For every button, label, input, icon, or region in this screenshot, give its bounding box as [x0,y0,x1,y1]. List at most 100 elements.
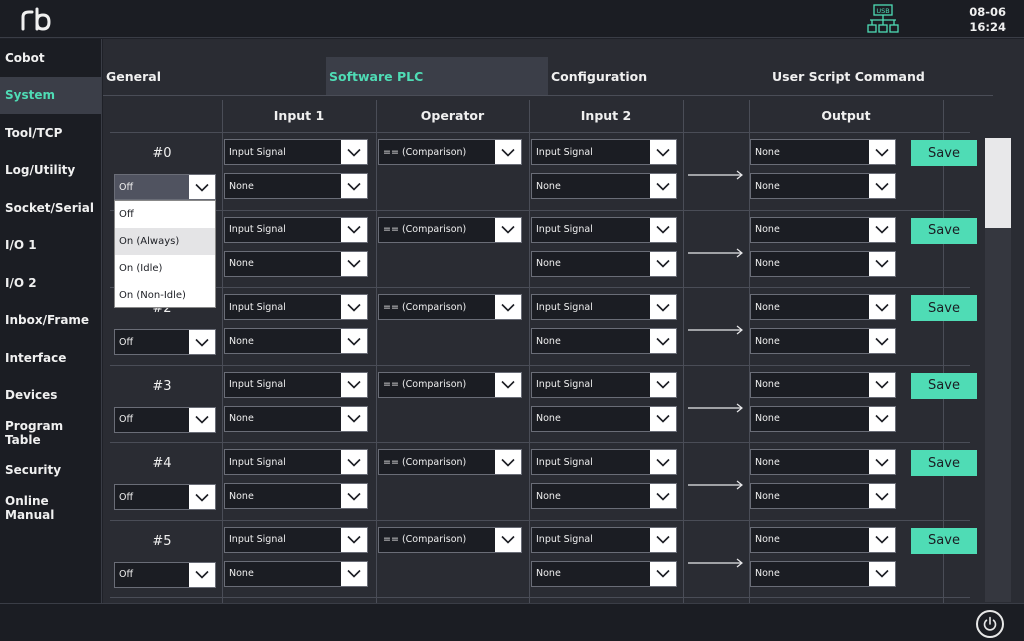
column-divider [222,100,223,603]
output-value-select[interactable]: None [750,328,896,354]
save-button[interactable]: Save [911,295,977,321]
menu-item-off[interactable]: Off [115,201,215,228]
sidebar-item-program-table[interactable]: Program Table [0,414,101,452]
usb-label: USB [876,7,889,15]
input2-type-select[interactable]: Input Signal [531,139,677,165]
menu-item-on-non-idle[interactable]: On (Non-Idle) [115,282,215,309]
chevron-down-icon [341,450,367,474]
chevron-down-icon [650,140,676,164]
operator-select[interactable]: == (Comparison) [378,294,522,320]
scrollbar-thumb[interactable] [985,138,1011,228]
chevron-down-icon [341,140,367,164]
save-button[interactable]: Save [911,140,977,166]
menu-item-on-always[interactable]: On (Always) [115,228,215,255]
operator-select[interactable]: == (Comparison) [378,371,522,398]
input1-value-select[interactable]: None [224,560,368,587]
output-value-select[interactable]: None [750,560,896,587]
output-value-select[interactable]: None [750,173,896,199]
operator-select-value: == (Comparison) [383,301,467,313]
input1-type-select[interactable]: Input Signal [224,216,368,243]
input1-type-select[interactable]: Input Signal [224,139,368,165]
sidebar-item-system[interactable]: System [0,76,101,114]
output-type-select[interactable]: None [750,371,896,398]
input1-value-select[interactable]: None [224,405,368,432]
input2-value-select[interactable]: None [531,483,677,509]
tab-software-plc[interactable]: Software PLC [326,57,548,95]
input2-value-select[interactable]: None [531,250,677,277]
input1-type-select[interactable]: Input Signal [224,449,368,475]
column-divider [376,100,377,603]
power-button[interactable] [976,610,1004,638]
scrollbar[interactable] [985,138,1011,602]
column-header-output: Output [821,108,871,123]
output-value-select[interactable]: None [750,483,896,509]
row-divider [110,132,970,133]
input1-value-select-value: None [229,568,254,579]
input1-type-select[interactable]: Input Signal [224,371,368,398]
enable-select[interactable]: Off [114,406,216,433]
input1-type-select[interactable]: Input Signal [224,526,368,553]
input2-type-select[interactable]: Input Signal [531,526,677,553]
enable-select[interactable]: Off [114,561,216,588]
operator-select[interactable]: == (Comparison) [378,449,522,475]
input1-value-select[interactable]: None [224,250,368,277]
output-type-select[interactable]: None [750,216,896,243]
sidebar-item-io-1[interactable]: I/O 1 [0,227,101,265]
input2-type-select[interactable]: Input Signal [531,294,677,320]
sidebar-item-online-manual[interactable]: Online Manual [0,489,101,527]
save-button[interactable]: Save [911,372,977,399]
tab-user-script-command[interactable]: User Script Command [772,57,992,95]
enable-select-value: Off [119,336,134,348]
input2-value-select[interactable]: None [531,173,677,199]
input2-value-select[interactable]: None [531,560,677,587]
operator-select-value: == (Comparison) [383,534,467,545]
column-header-operator: Operator [420,108,485,123]
menu-item-on-idle[interactable]: On (Idle) [115,255,215,282]
column-divider [529,100,530,603]
sidebar-item-socket-serial[interactable]: Socket/Serial [0,189,101,227]
output-value-select[interactable]: None [750,250,896,277]
output-type-select[interactable]: None [750,526,896,553]
output-value-select[interactable]: None [750,405,896,432]
sidebar-item-interface[interactable]: Interface [0,339,101,377]
sidebar-item-log-utility[interactable]: Log/Utility [0,152,101,190]
input2-type-select-value: Input Signal [536,224,593,235]
input2-type-select[interactable]: Input Signal [531,216,677,243]
enable-select[interactable]: Off [114,484,216,510]
output-type-select[interactable]: None [750,294,896,320]
sidebar-item-devices[interactable]: Devices [0,377,101,415]
input2-value-select[interactable]: None [531,328,677,354]
sidebar-item-tool-tcp[interactable]: Tool/TCP [0,114,101,152]
tab-general[interactable]: General [106,57,326,95]
enable-select[interactable]: Off [114,174,216,200]
chevron-down-icon [650,406,676,431]
save-button[interactable]: Save [911,527,977,554]
input1-value-select[interactable]: None [224,483,368,509]
input2-value-select[interactable]: None [531,405,677,432]
column-header-input-1: Input 1 [273,108,325,123]
arrow-right-icon [688,243,744,257]
save-button[interactable]: Save [911,217,977,244]
save-button[interactable]: Save [911,450,977,476]
output-type-select[interactable]: None [750,139,896,165]
operator-select[interactable]: == (Comparison) [378,139,522,165]
input1-value-select-value: None [229,335,254,347]
operator-select[interactable]: == (Comparison) [378,526,522,553]
input1-value-select[interactable]: None [224,173,368,199]
sidebar-item-cobot[interactable]: Cobot [0,39,101,77]
operator-select[interactable]: == (Comparison) [378,216,522,243]
input2-type-select[interactable]: Input Signal [531,449,677,475]
input1-value-select[interactable]: None [224,328,368,354]
chevron-down-icon [341,484,367,508]
operator-select-value: == (Comparison) [383,224,467,235]
tab-configuration[interactable]: Configuration [551,57,771,95]
output-type-select[interactable]: None [750,449,896,475]
sidebar-item-inbox-frame[interactable]: Inbox/Frame [0,302,101,340]
sidebar-item-security[interactable]: Security [0,452,101,490]
enable-select[interactable]: Off [114,329,216,355]
sidebar-item-io-2[interactable]: I/O 2 [0,264,101,302]
bottom-bar [0,603,1024,641]
input2-type-select[interactable]: Input Signal [531,371,677,398]
enable-select-value: Off [119,491,134,503]
input1-type-select[interactable]: Input Signal [224,294,368,320]
